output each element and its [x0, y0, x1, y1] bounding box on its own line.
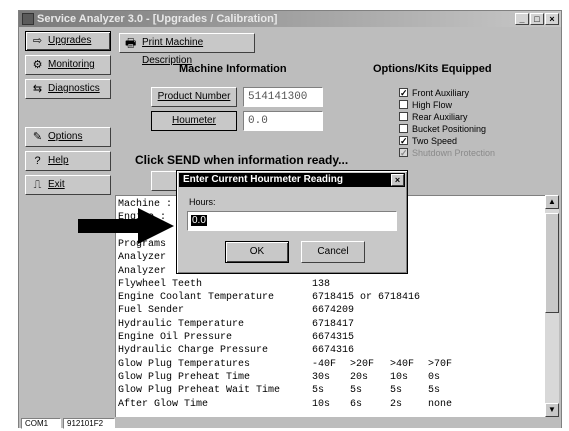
hourmeter-button[interactable]: Houmeter: [151, 111, 237, 131]
nav-diagnostics-label: Diagnostics: [48, 83, 100, 94]
option-label: Shutdown Protection: [412, 148, 496, 158]
list-item-label: Analyzer: [118, 265, 167, 277]
list-item-value: >70F: [428, 358, 453, 370]
list-item-value: 5s: [312, 385, 325, 397]
list-item-value: 20s: [350, 371, 369, 383]
list-item-value: 10s: [312, 398, 331, 410]
nav-exit-label: Exit: [48, 179, 65, 190]
cancel-button[interactable]: Cancel: [301, 241, 365, 263]
exit-icon: ⎍: [33, 179, 42, 191]
list-item-label: Glow Plug Preheat Wait Time: [118, 385, 281, 397]
nav-options-label: Options: [48, 131, 83, 142]
list-item-value: 6674209: [312, 305, 355, 317]
vertical-scrollbar[interactable]: ▲ ▼: [545, 195, 559, 417]
option-checkbox[interactable]: [399, 124, 408, 133]
list-item-value: 5s: [350, 385, 363, 397]
print-machine-description-button[interactable]: 🖶 Print Machine Description: [119, 33, 255, 66]
list-item-value: >20F: [350, 358, 375, 370]
product-number-field[interactable]: 514141300: [243, 87, 323, 107]
upgrade-icon: ⇨: [32, 35, 43, 47]
list-item-label: After Glow Time: [118, 398, 209, 410]
status-serial: 912101F2: [63, 418, 115, 429]
diagnostics-icon: ⇆: [32, 83, 43, 95]
list-item-value: 0s: [428, 371, 441, 383]
dialog-title-bar: Enter Current Hourmeter Reading ×: [179, 173, 405, 187]
list-item-value: 5s: [390, 385, 403, 397]
list-item-label: Hydraulic Charge Pressure: [118, 345, 269, 357]
option-checkbox[interactable]: ✓: [399, 88, 408, 98]
hours-label: Hours:: [189, 197, 216, 207]
list-item-value: -40F: [312, 358, 337, 370]
window-title: Service Analyzer 3.0 - [Upgrades / Calib…: [37, 13, 278, 25]
app-icon: [22, 13, 34, 25]
list-item-label: Hydraulic Temperature: [118, 318, 245, 330]
send-hint: Click SEND when information ready...: [135, 153, 349, 167]
dialog-close-button[interactable]: ×: [391, 174, 404, 186]
close-button[interactable]: ×: [545, 13, 559, 25]
nav-help-label: Help: [48, 155, 69, 166]
option-label: Two Speed: [412, 136, 458, 146]
nav-upgrades-label: Upgrades: [48, 35, 92, 46]
scroll-up-button[interactable]: ▲: [545, 195, 559, 209]
nav-exit-button[interactable]: ⎍ Exit: [25, 175, 111, 195]
list-item-label: Engine Coolant Temperature: [118, 292, 275, 304]
nav-monitoring-label: Monitoring: [48, 59, 95, 70]
hours-input[interactable]: 0.0: [187, 211, 397, 231]
pointer-arrow-icon: [78, 208, 174, 244]
list-item-label: Analyzer: [118, 252, 167, 264]
help-icon: ?: [34, 155, 41, 167]
list-item-label: Fuel Sender: [118, 305, 185, 317]
list-item-value: 6718415 or 6718416: [312, 292, 421, 304]
hourmeter-dialog: Enter Current Hourmeter Reading × Hours:…: [176, 170, 408, 274]
option-label: High Flow: [412, 100, 453, 110]
list-item-value: none: [428, 398, 453, 410]
minimize-button[interactable]: _: [515, 13, 529, 25]
list-item-value: >40F: [390, 358, 415, 370]
ok-button[interactable]: OK: [225, 241, 289, 263]
scroll-down-button[interactable]: ▼: [545, 403, 559, 417]
options-icon: ✎: [32, 131, 43, 143]
list-item-value: 6s: [350, 398, 363, 410]
title-bar: Service Analyzer 3.0 - [Upgrades / Calib…: [19, 11, 561, 27]
printer-icon: 🖶: [125, 36, 137, 50]
product-number-button[interactable]: Product Number: [151, 87, 237, 107]
maximize-button[interactable]: □: [530, 13, 544, 25]
list-item-value: 2s: [390, 398, 403, 410]
list-item-label: Flywheel Teeth: [118, 278, 203, 290]
option-label: Bucket Positioning: [412, 124, 487, 134]
list-item-value: 5s: [428, 385, 441, 397]
list-item-label: Glow Plug Temperatures: [118, 358, 251, 370]
list-item-value: 30s: [312, 371, 331, 383]
list-item-value: 6718417: [312, 318, 355, 330]
option-checkbox[interactable]: [399, 112, 408, 121]
gauges-icon: ⚙: [32, 59, 43, 71]
option-checkbox[interactable]: [399, 100, 408, 109]
option-checkbox: ✓: [399, 148, 408, 158]
nav-upgrades-button[interactable]: ⇨ Upgrades: [25, 31, 111, 51]
status-port: COM1: [21, 418, 61, 429]
list-item-label: Glow Plug Preheat Time: [118, 371, 251, 383]
list-item-value: 6674315: [312, 332, 355, 343]
option-checkbox[interactable]: ✓: [399, 136, 408, 146]
options-heading: Options/Kits Equipped: [373, 63, 492, 75]
list-item-label: Engine Oil Pressure: [118, 332, 233, 343]
list-item-value: 10s: [390, 371, 409, 383]
list-item-value: 6674316: [312, 345, 355, 357]
list-item-value: 138: [312, 278, 331, 290]
hourmeter-field[interactable]: 0.0: [243, 111, 323, 131]
scroll-thumb[interactable]: [545, 213, 559, 313]
hours-input-value: 0.0: [191, 215, 207, 226]
option-label: Rear Auxiliary: [412, 112, 468, 122]
dialog-title: Enter Current Hourmeter Reading: [183, 174, 344, 185]
nav-help-button[interactable]: ? Help: [25, 151, 111, 171]
nav-monitoring-button[interactable]: ⚙ Monitoring: [25, 55, 111, 75]
option-label: Front Auxiliary: [412, 88, 470, 98]
nav-options-button[interactable]: ✎ Options: [25, 127, 111, 147]
machine-info-heading: Machine Information: [179, 63, 287, 75]
nav-diagnostics-button[interactable]: ⇆ Diagnostics: [25, 79, 111, 99]
status-bar: COM1 912101F2: [19, 417, 561, 429]
